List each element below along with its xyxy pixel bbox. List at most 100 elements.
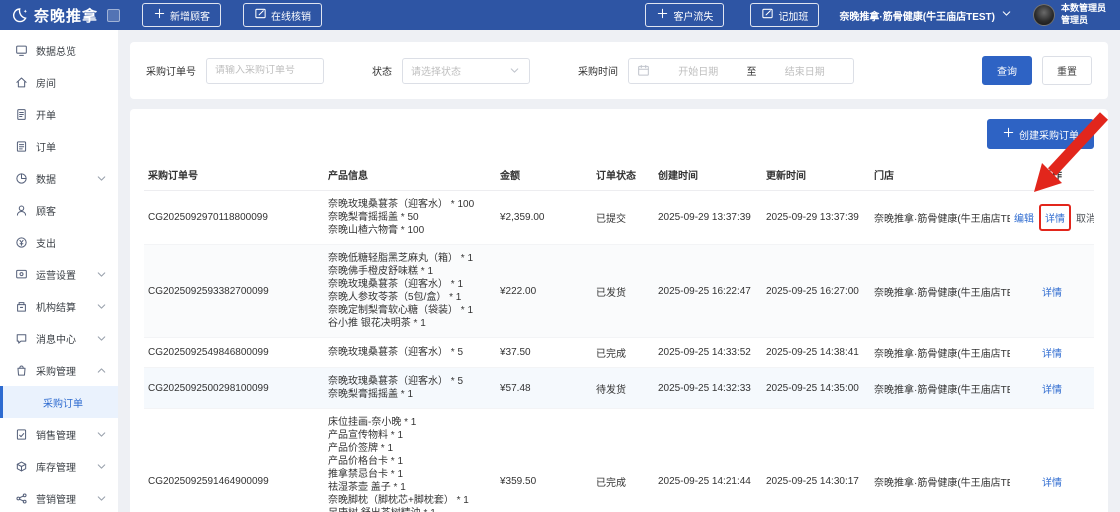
sidebar-item-label: 机构结算 — [36, 302, 76, 314]
plus-icon — [153, 7, 166, 23]
store-selector[interactable]: 奈晚推拿·筋骨健康(牛王庙店TEST) — [839, 7, 1013, 23]
actions-cell: 详情 — [1010, 244, 1094, 338]
sidebar-item-label: 开单 — [36, 110, 56, 122]
edit-square-icon — [761, 7, 774, 23]
topbar-button[interactable]: 新增顾客 — [142, 3, 222, 27]
sidebar-item[interactable]: 房间 — [0, 66, 118, 98]
date-range-picker[interactable]: 开始日期 至 结束日期 — [628, 57, 854, 84]
column-header: 更新时间 — [762, 159, 870, 191]
products-cell: 床位挂画-奈小晚 * 1 产品宣传物料 * 1 产品价签牌 * 1 产品价格台卡 * … — [324, 408, 496, 512]
doc-icon — [15, 108, 28, 121]
actions-cell: 详情 — [1010, 367, 1094, 409]
store-selector-label: 奈晚推拿·筋骨健康(牛王庙店TEST) — [839, 11, 995, 23]
product-line: 奈晚低糖轻脂黑芝麻丸（箱） * 1 — [328, 253, 474, 264]
sidebar-item[interactable]: 消息中心 — [0, 322, 118, 354]
date-end-placeholder: 结束日期 — [784, 67, 825, 78]
calendar-icon — [637, 64, 650, 77]
edit-square-icon — [254, 7, 267, 23]
product-line: 奈晚定制梨膏软心糖（袋装） * 1 — [328, 305, 474, 316]
order-no-cell: CG2025092591464900099 — [144, 408, 324, 512]
store-cell: 奈晚推拿·筋骨健康(牛王庙店TEST) — [870, 337, 1010, 368]
sidebar-item[interactable]: 数据总览 — [0, 34, 118, 66]
sidebar-item[interactable]: 开单 — [0, 98, 118, 130]
product-line: 奈晚人参玫苓茶（5包/盒） * 1 — [328, 292, 462, 303]
chat-icon — [15, 332, 28, 345]
chevron-down-icon — [95, 428, 108, 441]
order-no-cell: CG2025092549846800099 — [144, 337, 324, 368]
status-select[interactable]: 请选择状态 — [402, 57, 530, 84]
chevron-down-icon — [95, 300, 108, 313]
created-cell: 2025-09-25 14:21:44 — [654, 408, 762, 512]
sidebar-item-label: 房间 — [36, 78, 56, 90]
user-name: 本数管理员 — [1060, 3, 1106, 14]
plus-icon — [656, 7, 669, 23]
topbar-button[interactable]: 记加班 — [750, 3, 820, 27]
store-cell: 奈晚推拿·筋骨健康(牛王庙店TEST) — [870, 244, 1010, 338]
chevron-down-icon — [1000, 7, 1013, 23]
order-no-cell: CG2025092970118800099 — [144, 190, 324, 245]
topbar-button[interactable]: 在线核销 — [243, 3, 323, 27]
status-cell: 已完成 — [592, 337, 654, 368]
updated-cell: 2025-09-29 13:37:39 — [762, 190, 870, 245]
product-line: 奈晚梨膏摇摇盖 * 50 — [328, 212, 419, 223]
product-line: 产品价格台卡 * 1 — [328, 456, 404, 467]
product-line: 奈晚佛手橙皮舒味糕 * 1 — [328, 266, 434, 277]
search-button[interactable]: 查询 — [982, 56, 1032, 85]
sidebar-item-label: 运营设置 — [36, 270, 76, 282]
status-cell: 已提交 — [592, 190, 654, 245]
sidebar-item[interactable]: 订单 — [0, 130, 118, 162]
sidebar-item[interactable]: 运营设置 — [0, 258, 118, 290]
purchase-orders-page: 奈晚推拿 新增顾客 在线核销 客户流失 记加班 奈晚推拿·筋骨健康(牛王庙店TEST… — [0, 0, 1120, 512]
sidebar-subitem-active[interactable]: 采购订单 — [0, 386, 118, 418]
actions-cell: 详情 — [1010, 337, 1094, 368]
amount-cell: ¥2,359.00 — [496, 190, 592, 245]
app-logo: 奈晚推拿 — [12, 5, 121, 26]
sidebar-item[interactable]: 顾客 — [0, 194, 118, 226]
coin-icon — [15, 236, 28, 249]
created-cell: 2025-09-29 13:37:39 — [654, 190, 762, 245]
sidebar-item[interactable]: 营销管理 — [0, 482, 118, 512]
sidebar-item[interactable]: 销售管理 — [0, 418, 118, 450]
actions-cell: 详情 — [1010, 408, 1094, 512]
user-menu[interactable]: 本数管理员 管理员 — [1032, 3, 1106, 26]
action-link-highlighted[interactable]: 详情 — [1039, 204, 1071, 231]
created-cell: 2025-09-25 16:22:47 — [654, 244, 762, 338]
date-separator: 至 — [746, 67, 757, 78]
building-icon — [15, 300, 28, 313]
action-link[interactable]: 编辑 — [1014, 210, 1034, 225]
sidebar-item[interactable]: 采购管理 — [0, 354, 118, 386]
create-purchase-order-button[interactable]: 创建采购订单 — [987, 119, 1094, 149]
action-link[interactable]: 详情 — [1042, 284, 1062, 299]
app-title: 奈晚推拿 — [34, 7, 99, 25]
action-link[interactable]: 详情 — [1042, 474, 1062, 489]
order-no-input-wrap — [206, 57, 324, 84]
column-header: 产品信息 — [324, 159, 496, 191]
product-line: 产品价签牌 * 1 — [328, 443, 394, 454]
status-cell: 待发货 — [592, 367, 654, 409]
avatar[interactable] — [1032, 4, 1055, 26]
action-link[interactable]: 详情 — [1042, 345, 1062, 360]
column-header: 创建时间 — [654, 159, 762, 191]
sidebar-item-label: 数据 — [36, 174, 56, 186]
sidebar-item[interactable]: 数据 — [0, 162, 118, 194]
order-no-input[interactable] — [215, 65, 315, 76]
store-cell: 奈晚推拿·筋骨健康(牛王庙店TEST) — [870, 367, 1010, 409]
amount-cell: ¥57.48 — [496, 367, 592, 409]
amount-cell: ¥222.00 — [496, 244, 592, 338]
sidebar-item[interactable]: 机构结算 — [0, 290, 118, 322]
chevron-down-icon — [95, 268, 108, 281]
action-link[interactable]: 详情 — [1042, 381, 1062, 396]
table-row: CG2025092500298100099 奈晚玫瑰桑葚茶（迎客水） * 5 奈晚梨… — [144, 367, 1094, 409]
sidebar-item[interactable]: 支出 — [0, 226, 118, 258]
product-line: 奈晚梨膏摇摇盖 * 1 — [328, 389, 414, 400]
sidebar-item[interactable]: 库存管理 — [0, 450, 118, 482]
table-row: CG2025092549846800099 奈晚玫瑰桑葚茶（迎客水） * 5 ¥37… — [144, 337, 1094, 368]
reset-button[interactable]: 重置 — [1042, 56, 1092, 85]
chevron-down-icon — [508, 64, 521, 77]
product-line: 奈晚玫瑰桑葚茶（迎客水） * 5 — [328, 376, 464, 387]
column-header: 门店 — [870, 159, 1010, 191]
action-link[interactable]: 取消 — [1076, 210, 1094, 225]
created-cell: 2025-09-25 14:33:52 — [654, 337, 762, 368]
topbar-button[interactable]: 客户流失 — [645, 3, 725, 27]
store-cell: 奈晚推拿·筋骨健康(牛王庙店TEST) — [870, 190, 1010, 245]
